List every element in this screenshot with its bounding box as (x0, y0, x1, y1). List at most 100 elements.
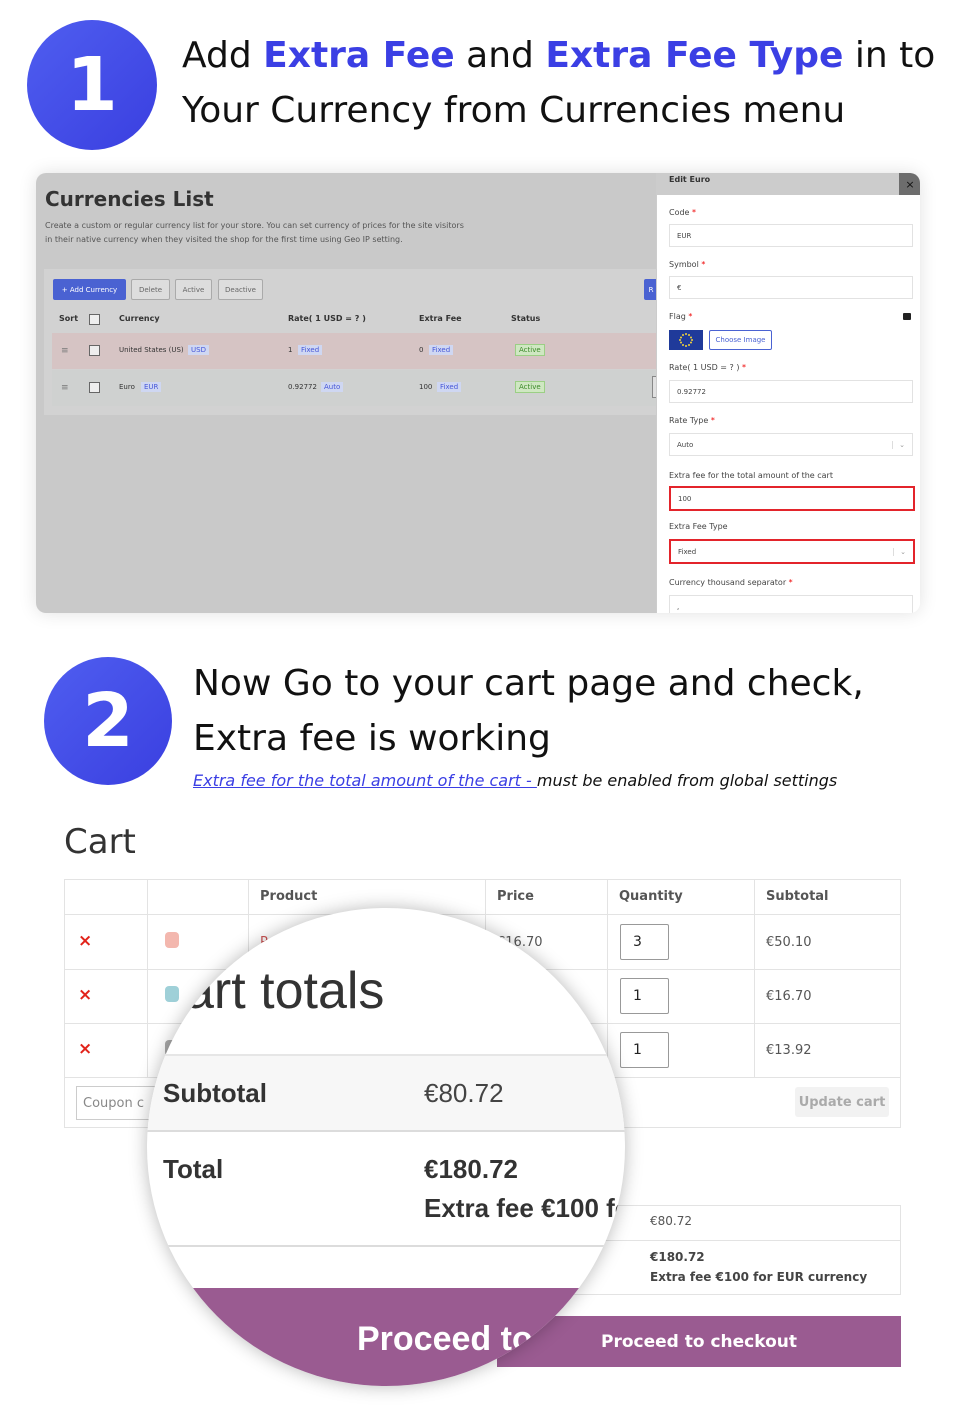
rate-value: 1 (288, 346, 293, 354)
step-1-line2: Your Currency from Currencies menu (182, 90, 846, 131)
rate-type: Fixed (298, 345, 323, 355)
divider (607, 879, 608, 1077)
magnified-fee-text: Extra fee €100 for (424, 1193, 625, 1223)
status-badge: Active (515, 381, 545, 393)
header-extra-fee: Extra Fee (419, 314, 462, 323)
row-subtotal: €13.92 (766, 1043, 812, 1058)
extra-fee-type-select[interactable]: Fixed ⌄ (669, 539, 915, 564)
header-price: Price (497, 889, 534, 904)
fee-type: Fixed (437, 382, 462, 392)
global-settings-link[interactable]: Extra fee for the total amount of the ca… (193, 771, 537, 790)
divider (147, 879, 148, 1077)
divider (147, 1245, 625, 1247)
thousand-separator-input[interactable]: , (669, 595, 913, 613)
status-badge: Active (515, 344, 545, 356)
step-1-text-c: and (454, 35, 546, 76)
step-2-line2: Extra fee is working (193, 718, 551, 759)
rate-type-label: Rate Type * (669, 416, 715, 425)
step-1-number: 1 (66, 42, 118, 128)
divider (147, 1130, 625, 1132)
remove-item-icon[interactable]: × (78, 931, 92, 951)
rate-input[interactable]: 0.92772 (669, 380, 913, 403)
header-sort: Sort (59, 314, 79, 323)
magnified-total-label: Total (163, 1154, 224, 1184)
close-icon[interactable]: × (899, 173, 920, 195)
step-2-note: Extra fee for the total amount of the ca… (193, 771, 837, 790)
note-text: must be enabled from global settings (536, 771, 838, 790)
step-1-highlight-extra-fee-type: Extra Fee Type (545, 35, 844, 76)
currency-name: Euro (119, 383, 135, 391)
header-currency: Currency (119, 314, 160, 323)
row-checkbox[interactable] (89, 345, 100, 356)
row-subtotal: €16.70 (766, 989, 812, 1004)
magnified-totals-title: art totals (185, 962, 385, 1020)
step-1-text-e: in to (843, 35, 936, 76)
edit-currency-panel: Edit Euro × Code * EUR Symbol * € Flag *… (656, 173, 920, 613)
remove-item-icon[interactable]: × (78, 1039, 92, 1059)
chevron-down-icon: ⌄ (892, 440, 905, 449)
add-currency-button[interactable]: + Add Currency (53, 279, 126, 300)
rate-type-value: Auto (677, 440, 694, 449)
magnified-proceed-text: Proceed to (357, 1320, 533, 1358)
select-all-checkbox[interactable] (89, 314, 100, 325)
row-subtotal: €50.10 (766, 935, 812, 950)
quantity-input[interactable]: 3 (620, 924, 669, 960)
currencies-list-panel: Currencies List Create a custom or regul… (36, 173, 658, 613)
comment-icon (903, 313, 911, 320)
extra-fee-input[interactable]: 100 (669, 486, 915, 511)
choose-image-button[interactable]: Choose Image (709, 330, 772, 350)
divider (64, 914, 901, 915)
code-label: Code * (669, 208, 697, 217)
product-thumbnail[interactable] (165, 932, 179, 948)
magnifier-zoom: art totals Subtotal €80.72 Total €180.72… (147, 908, 625, 1386)
magnified-subtotal-value: €80.72 (424, 1078, 504, 1108)
totals-subtotal-value: €80.72 (650, 1214, 692, 1228)
header-rate: Rate( 1 USD = ? ) (288, 314, 366, 323)
currency-code: EUR (141, 382, 162, 392)
rate-type-select[interactable]: Auto ⌄ (669, 433, 913, 456)
symbol-input[interactable]: € (669, 276, 913, 299)
quantity-input[interactable]: 1 (620, 1032, 669, 1068)
product-thumbnail[interactable] (165, 986, 179, 1002)
coupon-input[interactable]: Coupon c (76, 1086, 156, 1120)
header-status: Status (511, 314, 541, 323)
currencies-title: Currencies List (45, 187, 214, 211)
drag-handle-icon[interactable]: ≡ (61, 383, 69, 393)
symbol-label: Symbol * (669, 260, 706, 269)
totals-total-value: €180.72 (650, 1250, 705, 1264)
extra-fee-type-value: Fixed (678, 547, 697, 556)
chevron-down-icon: ⌄ (893, 547, 906, 556)
magnified-subtotal-label: Subtotal (163, 1078, 267, 1108)
flag-label: Flag * (669, 312, 693, 321)
row-checkbox[interactable] (89, 382, 100, 393)
eu-flag-icon (669, 330, 703, 350)
cart-title: Cart (64, 822, 136, 862)
thousand-separator-label: Currency thousand separator * (669, 578, 793, 587)
currencies-screenshot: Currencies List Create a custom or regul… (36, 173, 920, 613)
drag-handle-icon[interactable]: ≡ (61, 346, 69, 356)
extra-fee-type-label: Extra Fee Type (669, 522, 728, 531)
step-2-heading: Now Go to your cart page and check, Extr… (193, 656, 933, 766)
step-1-heading: Add Extra Fee and Extra Fee Type in to Y… (182, 28, 942, 138)
header-product: Product (260, 889, 318, 904)
step-2-line1: Now Go to your cart page and check, (193, 663, 864, 704)
delete-button[interactable]: Delete (131, 279, 170, 300)
quantity-input[interactable]: 1 (620, 978, 669, 1014)
header-quantity: Quantity (619, 889, 683, 904)
step-1-badge: 1 (27, 20, 157, 150)
remove-item-icon[interactable]: × (78, 985, 92, 1005)
step-1-highlight-extra-fee: Extra Fee (263, 35, 455, 76)
currencies-description: Create a custom or regular currency list… (45, 221, 464, 244)
code-input[interactable]: EUR (669, 224, 913, 247)
step-2-badge: 2 (44, 657, 172, 785)
step-2-number: 2 (82, 678, 134, 764)
step-1-text-a: Add (182, 35, 264, 76)
active-button[interactable]: Active (175, 279, 212, 300)
rate-value: 0.92772 (288, 383, 317, 391)
deactive-button[interactable]: Deactive (218, 279, 263, 300)
fee-type: Fixed (429, 345, 454, 355)
divider (754, 879, 755, 1077)
update-cart-button[interactable]: Update cart (795, 1087, 889, 1117)
edit-panel-title: Edit Euro (669, 175, 711, 184)
header-subtotal: Subtotal (766, 889, 829, 904)
